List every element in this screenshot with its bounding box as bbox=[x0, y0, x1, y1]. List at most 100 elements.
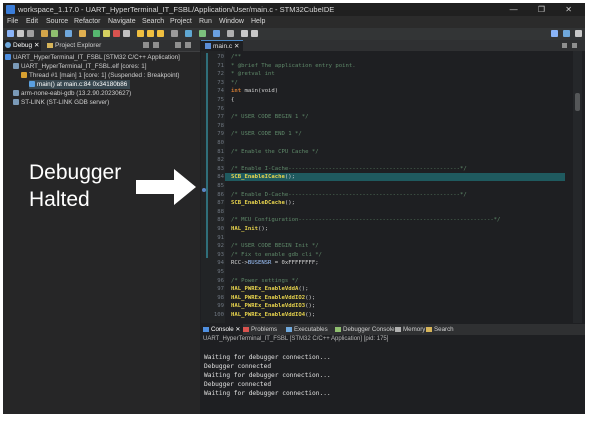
line-number: 79 bbox=[217, 131, 224, 138]
maximize-editor-icon[interactable] bbox=[572, 43, 577, 48]
minimize-view-icon[interactable] bbox=[175, 42, 181, 48]
step-into-icon[interactable] bbox=[137, 30, 144, 37]
menu-search[interactable]: Search bbox=[142, 16, 164, 28]
search-icon[interactable] bbox=[227, 30, 234, 37]
skip-breakpoints-icon[interactable] bbox=[79, 30, 86, 37]
run-config-icon[interactable] bbox=[199, 30, 206, 37]
code-line[interactable]: 75 { bbox=[217, 96, 565, 104]
code-line[interactable]: 82 bbox=[217, 156, 565, 164]
arrow-right-icon bbox=[136, 169, 196, 205]
code-line[interactable]: 73 */ bbox=[217, 79, 565, 87]
code-line[interactable]: 91 bbox=[217, 234, 565, 242]
debug-config-icon[interactable] bbox=[213, 30, 220, 37]
menu-run[interactable]: Run bbox=[199, 16, 212, 28]
perspective-debug-icon[interactable] bbox=[563, 30, 570, 37]
code-line[interactable]: 89 /* MCU Configuration-----------------… bbox=[217, 216, 565, 224]
code-line[interactable]: 70 /** bbox=[217, 53, 565, 61]
code-line[interactable]: 86 /* Enable D-Cache--------------------… bbox=[217, 191, 565, 199]
code-line[interactable]: 100 HAL_PWREx_EnableVddIO4(); bbox=[214, 311, 565, 319]
tree-gdb-process[interactable]: arm-none-eabi-gdb (13.2.90.20230627) bbox=[13, 89, 131, 98]
minimize-editor-icon[interactable] bbox=[562, 43, 567, 48]
tab-problems[interactable]: Problems bbox=[243, 324, 277, 335]
code-text: /** bbox=[231, 53, 241, 61]
code-token: /* USER CODE END 1 */ bbox=[231, 131, 302, 138]
build-icon[interactable] bbox=[41, 30, 48, 37]
code-line[interactable]: 95 bbox=[217, 268, 565, 276]
code-line[interactable]: 78 bbox=[217, 122, 565, 130]
code-line[interactable]: 79 /* USER CODE END 1 */ bbox=[217, 130, 565, 138]
code-line[interactable]: 97 HAL_PWREx_EnableVddA(); bbox=[217, 285, 565, 293]
save-icon[interactable] bbox=[17, 30, 24, 37]
menu-edit[interactable]: Edit bbox=[26, 16, 38, 28]
code-line[interactable]: 96 /* Power settings */ bbox=[217, 277, 565, 285]
line-number: 82 bbox=[217, 157, 224, 164]
menu-help[interactable]: Help bbox=[251, 16, 265, 28]
window-controls[interactable]: — ❐ ✕ bbox=[510, 3, 581, 16]
tab-console[interactable]: Console ✕ bbox=[201, 324, 243, 335]
code-line[interactable]: 74 int main(void) bbox=[217, 87, 565, 95]
line-number: 95 bbox=[217, 269, 224, 275]
resume-icon[interactable] bbox=[93, 30, 100, 37]
step-return-icon[interactable] bbox=[157, 30, 164, 37]
code-line[interactable]: 99 HAL_PWREx_EnableVddIO3(); bbox=[217, 302, 565, 310]
tab-search[interactable]: Search bbox=[426, 324, 454, 335]
code-line[interactable]: 85 bbox=[217, 182, 565, 190]
line-number: 99 bbox=[217, 303, 224, 310]
code-line[interactable]: 71 * @brief The application entry point. bbox=[217, 62, 565, 70]
tree-launch-config[interactable]: UART_HyperTerminal_IT_FSBL [STM32 C/C++ … bbox=[5, 53, 180, 62]
code-line[interactable]: 90 HAL_Init(); bbox=[217, 225, 565, 233]
code-text: /* MCU Configuration--------------------… bbox=[231, 216, 500, 224]
terminate-icon[interactable] bbox=[113, 30, 120, 37]
code-line[interactable]: 76 bbox=[217, 105, 565, 113]
menu-refactor[interactable]: Refactor bbox=[74, 16, 100, 28]
code-token: SCB_EnableDCache bbox=[231, 200, 285, 207]
code-area[interactable]: 70 /** 71 * @brief The application entry p… bbox=[214, 51, 565, 323]
editor-scrollbar[interactable] bbox=[573, 51, 582, 323]
debug-icon[interactable] bbox=[65, 30, 72, 37]
menu-navigate[interactable]: Navigate bbox=[108, 16, 136, 28]
editor-scrollbar-thumb[interactable] bbox=[575, 93, 580, 111]
collapse-all-icon[interactable] bbox=[143, 42, 149, 48]
tab-executables[interactable]: Executables bbox=[286, 324, 328, 335]
current-code-line[interactable]: 84 SCB_EnableICache(); bbox=[217, 173, 565, 182]
code-line[interactable]: 77 /* USER CODE BEGIN 1 */ bbox=[217, 113, 565, 121]
tree-stack-frame-main[interactable]: main() at main.c:84 0x34180b86 bbox=[29, 80, 131, 89]
menu-project[interactable]: Project bbox=[170, 16, 192, 28]
perspective-cpp-icon[interactable] bbox=[551, 30, 558, 37]
save-all-icon[interactable] bbox=[27, 30, 34, 37]
external-tools-icon[interactable] bbox=[185, 30, 192, 37]
instruction-stepping-icon[interactable] bbox=[171, 30, 178, 37]
code-line[interactable]: 92 /* USER CODE BEGIN Init */ bbox=[217, 242, 565, 250]
menu-file[interactable]: File bbox=[7, 16, 18, 28]
new-icon[interactable] bbox=[7, 30, 14, 37]
tab-memory[interactable]: Memory bbox=[395, 324, 425, 335]
menu-source[interactable]: Source bbox=[46, 16, 68, 28]
code-line[interactable]: 83 /* Enable I-Cache--------------------… bbox=[217, 165, 565, 173]
code-line[interactable]: 80 bbox=[217, 139, 565, 147]
tree-elf-target[interactable]: UART_HyperTerminal_IT_FSBL.elf [cores: 1… bbox=[13, 62, 147, 71]
code-line[interactable]: 87 SCB_EnableDCache(); bbox=[217, 199, 565, 207]
back-icon[interactable] bbox=[241, 30, 248, 37]
view-menu-icon[interactable] bbox=[153, 42, 159, 48]
step-over-icon[interactable] bbox=[147, 30, 154, 37]
code-line[interactable]: 93 /* Fix to enable gdb cli */ bbox=[217, 251, 565, 259]
forward-icon[interactable] bbox=[251, 30, 258, 37]
disconnect-icon[interactable] bbox=[123, 30, 130, 37]
code-line[interactable]: 94 RCC->BUSENSR = 0xFFFFFFFF; bbox=[217, 259, 565, 267]
code-line[interactable]: 72 * @retval int bbox=[217, 70, 565, 78]
run-icon[interactable] bbox=[51, 30, 58, 37]
tree-stlink-server[interactable]: ST-LINK (ST-LINK GDB server) bbox=[13, 98, 109, 107]
tab-debugger-console[interactable]: Debugger Console bbox=[335, 324, 395, 335]
tab-project-explorer[interactable]: Project Explorer bbox=[45, 40, 103, 51]
maximize-view-icon[interactable] bbox=[185, 42, 191, 48]
perspective-other-icon[interactable] bbox=[575, 30, 582, 37]
code-line[interactable]: 81 /* Enable the CPU Cache */ bbox=[217, 148, 565, 156]
code-line[interactable]: 98 HAL_PWREx_EnableVddIO2(); bbox=[217, 294, 565, 302]
tree-thread[interactable]: Thread #1 [main] 1 [core: 1] (Suspended … bbox=[21, 71, 180, 80]
menu-window[interactable]: Window bbox=[219, 16, 244, 28]
suspend-icon[interactable] bbox=[103, 30, 110, 37]
code-line[interactable]: 88 bbox=[217, 208, 565, 216]
line-number: 71 bbox=[217, 62, 224, 69]
tab-debug[interactable]: Debug ✕ bbox=[3, 40, 42, 51]
tab-executables-label: Executables bbox=[294, 326, 328, 333]
